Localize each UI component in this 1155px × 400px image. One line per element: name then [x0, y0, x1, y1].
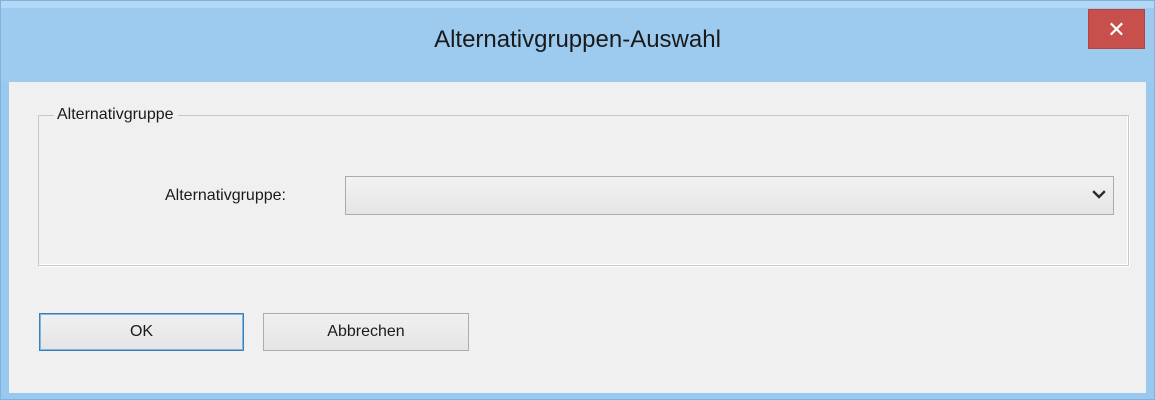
alternative-group-label: Alternativgruppe:	[165, 187, 286, 204]
chevron-down-icon	[1092, 190, 1106, 199]
alternative-group-dropdown[interactable]	[345, 176, 1114, 215]
window-title: Alternativgruppen-Auswahl	[434, 26, 721, 53]
dialog-content: Alternativgruppe Alternativgruppe: OK Ab…	[9, 82, 1146, 393]
title-bar-top-strip	[1, 1, 1154, 8]
title-bar[interactable]: Alternativgruppen-Auswahl ✕	[1, 1, 1154, 82]
ok-button[interactable]: OK	[39, 313, 244, 351]
group-box-legend: Alternativgruppe	[54, 106, 178, 124]
dialog-window: Alternativgruppen-Auswahl ✕ Alternativgr…	[0, 0, 1155, 400]
cancel-button[interactable]: Abbrechen	[263, 313, 469, 351]
close-icon: ✕	[1107, 17, 1126, 42]
close-button[interactable]: ✕	[1088, 9, 1145, 49]
